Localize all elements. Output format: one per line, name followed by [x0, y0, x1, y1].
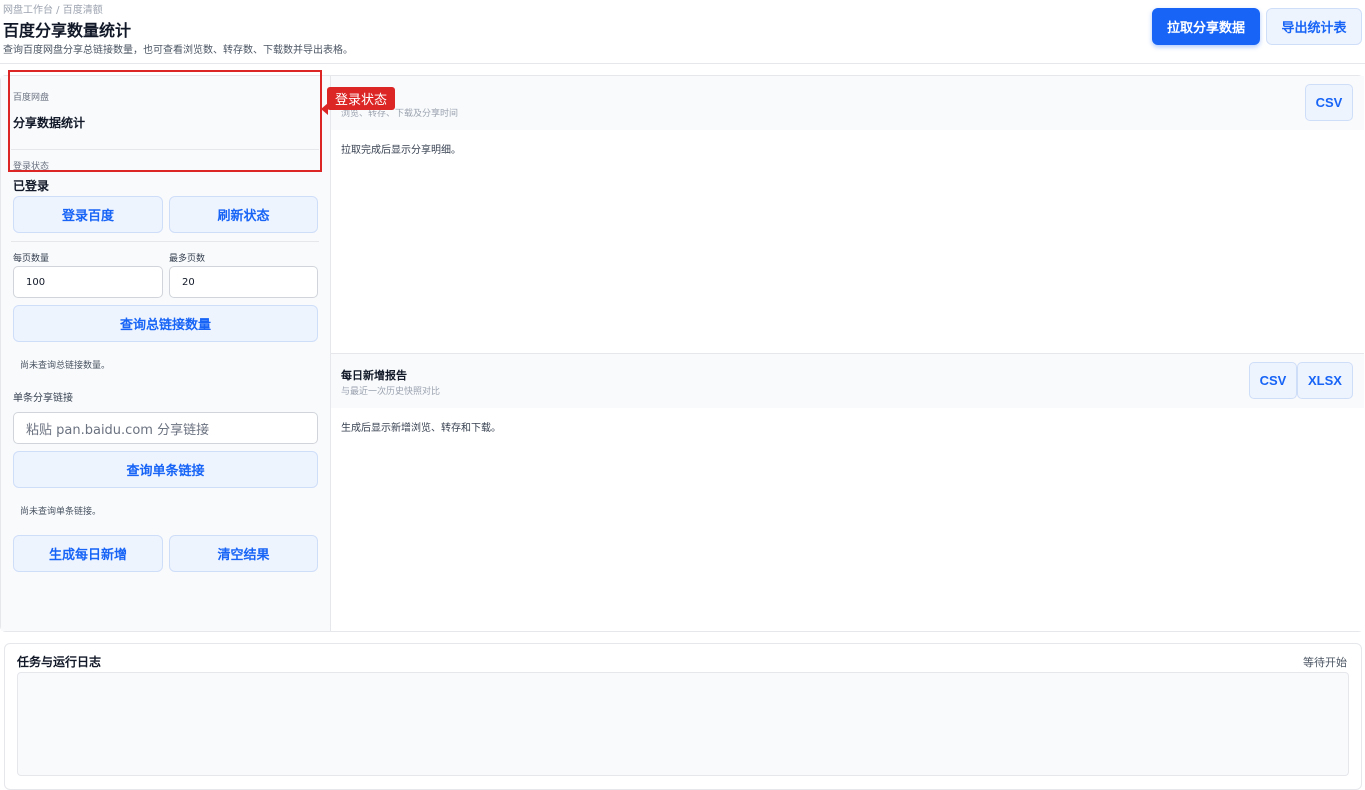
login-baidu-button[interactable]: 登录百度 — [13, 196, 163, 233]
log-output[interactable] — [17, 672, 1349, 776]
query-total-links-button[interactable]: 查询总链接数量 — [13, 305, 318, 342]
single-link-label: 单条分享链接 — [13, 393, 73, 404]
refresh-status-button[interactable]: 刷新状态 — [169, 196, 318, 233]
details-csv-button[interactable]: CSV — [1305, 84, 1353, 121]
daily-panel-title: 每日新增报告 — [341, 369, 407, 382]
daily-panel-subtitle: 与最近一次历史快照对比 — [341, 387, 441, 397]
page-header: 网盘工作台 / 百度清额 百度分享数量统计 查询百度网盘分享总链接数量，也可查看… — [0, 0, 1365, 64]
daily-csv-button[interactable]: CSV — [1249, 362, 1297, 399]
total-links-note: 尚未查询总链接数量。 — [20, 361, 111, 371]
single-link-placeholder: 粘贴 pan.baidu.com 分享链接 — [26, 422, 210, 438]
daily-panel-body: 生成后显示新增浏览、转存和下载。 — [341, 423, 501, 434]
details-panel-header: 浏览、转存、下载及分享时间 CSV — [331, 76, 1364, 130]
fetch-share-data-button[interactable]: 拉取分享数据 — [1152, 8, 1260, 45]
divider — [11, 241, 319, 242]
daily-xlsx-button[interactable]: XLSX — [1297, 362, 1353, 399]
single-link-input[interactable]: 粘贴 pan.baidu.com 分享链接 — [13, 412, 318, 444]
log-status: 等待开始 — [1303, 656, 1347, 669]
per-page-label: 每页数量 — [13, 254, 50, 264]
max-pages-label: 最多页数 — [169, 254, 206, 264]
login-status-tag: 登录状态 — [327, 87, 396, 110]
query-single-link-button[interactable]: 查询单条链接 — [13, 451, 318, 488]
daily-panel-header: 每日新增报告 与最近一次历史快照对比 CSV XLSX — [331, 354, 1364, 408]
generate-daily-button[interactable]: 生成每日新增 — [13, 535, 163, 572]
login-status-value: 已登录 — [13, 179, 50, 193]
log-card: 任务与运行日志 等待开始 — [4, 643, 1362, 790]
page-title: 百度分享数量统计 — [3, 21, 132, 40]
results-area: 浏览、转存、下载及分享时间 CSV 拉取完成后显示分享明细。 每日新增报告 与最… — [331, 76, 1364, 631]
details-panel-body: 拉取完成后显示分享明细。 — [341, 145, 461, 156]
per-page-input[interactable]: 100 — [13, 266, 163, 298]
clear-results-button[interactable]: 清空结果 — [169, 535, 318, 572]
page-subtitle: 查询百度网盘分享总链接数量，也可查看浏览数、转存数、下载数并导出表格。 — [3, 45, 353, 56]
max-pages-input[interactable]: 20 — [169, 266, 318, 298]
export-stats-button[interactable]: 导出统计表 — [1266, 8, 1362, 45]
login-highlight-box — [8, 70, 322, 172]
log-title: 任务与运行日志 — [17, 655, 102, 669]
single-link-note: 尚未查询单条链接。 — [20, 507, 102, 517]
breadcrumb: 网盘工作台 / 百度清额 — [3, 5, 103, 16]
